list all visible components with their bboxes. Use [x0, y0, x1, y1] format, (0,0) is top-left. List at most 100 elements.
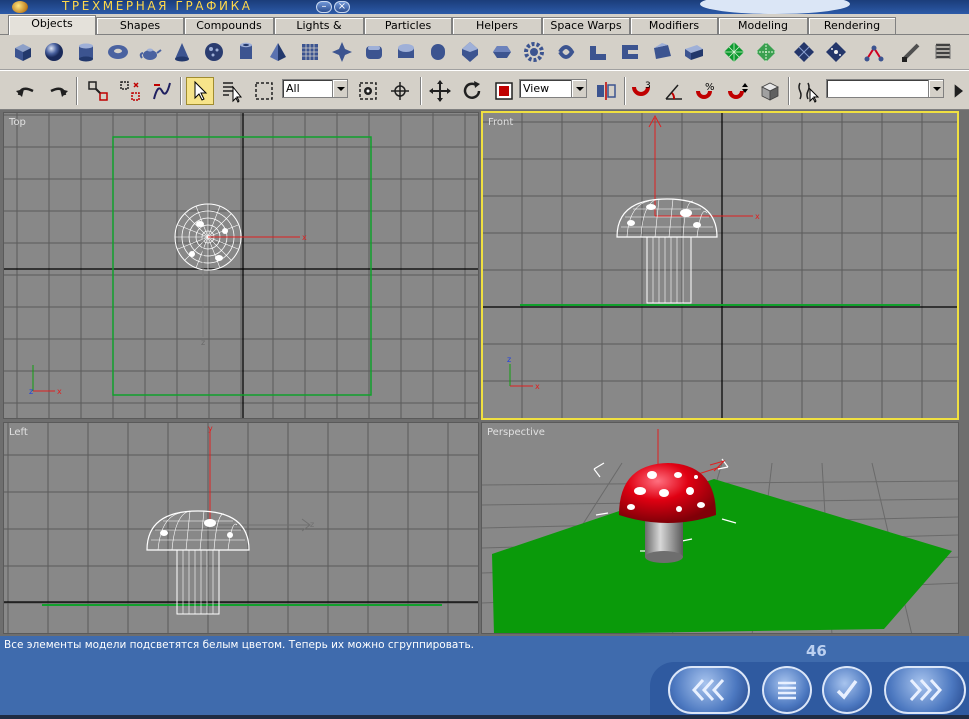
named-selection-icon[interactable]	[794, 77, 822, 105]
oil-tank-icon[interactable]	[392, 38, 420, 66]
spring-icon[interactable]	[929, 38, 957, 66]
svg-text:3: 3	[645, 81, 651, 91]
capsule-icon[interactable]	[424, 38, 452, 66]
app-logo-icon	[12, 1, 28, 13]
select-manipulate-icon[interactable]	[386, 77, 414, 105]
boolean-icon[interactable]	[860, 38, 888, 66]
torus-knot-icon[interactable]	[552, 38, 580, 66]
gear-icon[interactable]	[520, 38, 548, 66]
patch-grid-icon[interactable]	[720, 38, 748, 66]
viewport-perspective[interactable]: Perspective	[481, 422, 959, 634]
geosphere-icon[interactable]	[200, 38, 228, 66]
toolbar-scroll-right-icon[interactable]	[948, 77, 968, 105]
sphere-icon[interactable]	[40, 38, 68, 66]
teapot-icon[interactable]	[136, 38, 164, 66]
c-ext-icon[interactable]	[616, 38, 644, 66]
loft-icon[interactable]	[897, 38, 925, 66]
angle-snap-icon[interactable]	[660, 77, 688, 105]
prism-icon[interactable]	[648, 38, 676, 66]
axis-label-z: z	[310, 520, 314, 529]
select-scale-icon[interactable]	[490, 77, 518, 105]
select-rotate-icon[interactable]	[458, 77, 486, 105]
redo-icon[interactable]	[44, 77, 72, 105]
tab-space-warps[interactable]: Space Warps	[542, 17, 630, 34]
spinner-snap-icon[interactable]	[724, 77, 752, 105]
cylinder-icon[interactable]	[72, 38, 100, 66]
percent-snap-icon[interactable]: %	[692, 77, 720, 105]
title-bar: ТРЕХМЕРНАЯ ГРАФИКА – ×	[0, 0, 969, 14]
top-scene: x z x z	[4, 113, 478, 418]
tri-patch-icon[interactable]	[752, 38, 780, 66]
torus-icon[interactable]	[104, 38, 132, 66]
grid	[483, 113, 957, 418]
prism-box-icon[interactable]	[680, 38, 708, 66]
bottom-strip	[0, 715, 969, 719]
minimize-button[interactable]: –	[316, 1, 332, 13]
tube-icon[interactable]	[232, 38, 260, 66]
snap-3d-icon[interactable]: 3	[628, 77, 656, 105]
bind-space-warp-icon[interactable]	[148, 77, 176, 105]
axis-tripod: x z	[29, 365, 62, 396]
nurbs-surface-icon[interactable]	[790, 38, 818, 66]
select-move-icon[interactable]	[426, 77, 454, 105]
spindle-icon[interactable]	[456, 38, 484, 66]
viewport-front[interactable]: Front x x z	[481, 111, 959, 420]
named-selection-set-select[interactable]	[826, 79, 944, 98]
viewport-label[interactable]: Perspective	[487, 427, 545, 438]
tab-helpers[interactable]: Helpers	[452, 17, 542, 34]
tab-rendering[interactable]: Rendering	[808, 17, 896, 34]
tab-modifiers[interactable]: Modifiers	[630, 17, 718, 34]
chevrons-right-icon	[909, 678, 943, 702]
tab-modeling[interactable]: Modeling	[718, 17, 808, 34]
mushroom-left-wireframe	[146, 510, 250, 615]
toolbar-separator	[76, 77, 78, 105]
box-icon[interactable]	[9, 38, 37, 66]
cone-icon[interactable]	[168, 38, 196, 66]
main-toolbar: All View 3 %	[0, 70, 969, 110]
tripod-label-z: z	[507, 355, 511, 364]
use-pivot-center-icon[interactable]	[354, 77, 382, 105]
mirror-icon[interactable]	[592, 77, 620, 105]
viewport-label[interactable]: Left	[9, 427, 28, 438]
chevron-down-icon[interactable]	[571, 80, 586, 97]
tab-lights-cameras[interactable]: Lights & Cameras	[274, 17, 364, 47]
pyramid-icon[interactable]	[264, 38, 292, 66]
material-editor-icon[interactable]	[756, 77, 784, 105]
tripod-label-z: z	[29, 387, 33, 396]
tab-objects[interactable]: Objects	[8, 15, 96, 35]
previous-page-button[interactable]	[668, 666, 750, 714]
undo-icon[interactable]	[12, 77, 40, 105]
left-scene: z y	[4, 423, 478, 633]
close-button[interactable]: ×	[334, 1, 350, 13]
tab-shapes[interactable]: Shapes	[96, 17, 184, 34]
chamfer-box-icon[interactable]	[360, 38, 388, 66]
viewport-top[interactable]: Top x z x z	[3, 112, 479, 419]
unlink-icon[interactable]	[116, 77, 144, 105]
chevron-down-icon[interactable]	[928, 80, 943, 97]
viewport-label[interactable]: Front	[488, 117, 513, 128]
select-object-icon[interactable]	[186, 77, 214, 105]
plane-icon[interactable]	[296, 38, 324, 66]
tab-particles[interactable]: Particles	[364, 17, 452, 34]
chevron-down-icon[interactable]	[332, 80, 347, 97]
axis-label-z: z	[201, 338, 205, 347]
front-scene: x x z	[483, 113, 957, 418]
select-by-name-icon[interactable]	[218, 77, 246, 105]
l-ext-icon[interactable]	[584, 38, 612, 66]
reference-coord-value: View	[523, 82, 550, 95]
contents-button[interactable]	[762, 666, 812, 714]
viewport-label[interactable]: Top	[9, 117, 26, 128]
ground-plane	[492, 479, 952, 633]
selection-region-icon[interactable]	[250, 77, 278, 105]
tab-compounds[interactable]: Compounds	[184, 17, 274, 34]
hedra-icon[interactable]	[328, 38, 356, 66]
select-and-link-icon[interactable]	[84, 77, 112, 105]
gengon-icon[interactable]	[488, 38, 516, 66]
reference-coord-select[interactable]: View	[519, 79, 587, 98]
axis-label-x: x	[302, 233, 307, 242]
next-page-button[interactable]	[884, 666, 966, 714]
viewport-left[interactable]: Left z y	[3, 422, 479, 634]
nurbs-cv-icon[interactable]	[822, 38, 850, 66]
selection-filter-select[interactable]: All	[282, 79, 348, 98]
check-button[interactable]	[822, 666, 872, 714]
